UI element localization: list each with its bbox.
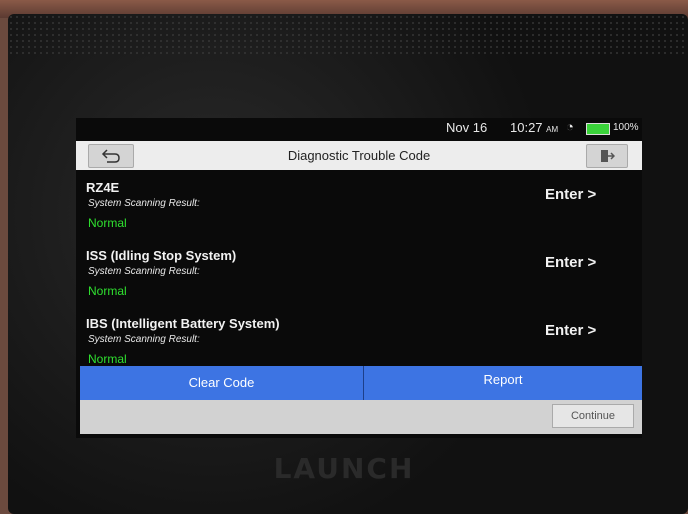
screen: Nov 16 10:27 AM ◔ 100% Diagnostic Troubl… [76, 118, 642, 438]
system-name: ISS (Idling Stop System) [86, 248, 237, 263]
page-title: Diagnostic Trouble Code [287, 148, 431, 163]
status-time: 10:27 AM [510, 120, 558, 135]
enter-button[interactable]: Enter > [545, 254, 596, 271]
device-bezel-texture [8, 14, 688, 58]
system-name: IBS (Intelligent Battery System) [86, 316, 280, 331]
exit-icon [601, 150, 615, 162]
enter-button[interactable]: Enter > [545, 322, 596, 339]
exit-button[interactable] [586, 144, 628, 168]
scan-result-label: System Scanning Result: [88, 266, 200, 277]
scan-result-label: System Scanning Result: [88, 334, 200, 345]
battery-percent: 100% [613, 122, 639, 133]
title-bar: Diagnostic Trouble Code [76, 141, 642, 170]
system-list: RZ4E System Scanning Result: Normal Ente… [76, 172, 642, 368]
system-name: RZ4E [86, 180, 120, 195]
action-bar: Clear Code Report [80, 366, 642, 400]
status-date: Nov 16 [446, 120, 488, 135]
list-item[interactable]: ISS (Idling Stop System) System Scanning… [76, 240, 642, 308]
scan-result-value: Normal [88, 284, 127, 298]
bottom-bar: Continue [80, 400, 642, 434]
list-item[interactable]: RZ4E System Scanning Result: Normal Ente… [76, 172, 642, 240]
scan-result-label: System Scanning Result: [88, 198, 200, 209]
battery-icon [586, 123, 610, 135]
report-button[interactable]: Report [364, 366, 642, 400]
continue-button[interactable]: Continue [552, 404, 634, 428]
status-ampm: AM [546, 125, 559, 134]
wifi-icon: ◔ [566, 119, 574, 134]
scan-result-value: Normal [88, 216, 127, 230]
enter-button[interactable]: Enter > [545, 186, 596, 203]
status-clock: 10:27 [510, 120, 543, 135]
brand-logo: LAUNCH [273, 452, 415, 485]
clear-code-button[interactable]: Clear Code [80, 366, 363, 400]
status-bar: Nov 16 10:27 AM ◔ 100% [76, 118, 642, 138]
scan-result-value: Normal [88, 352, 127, 366]
